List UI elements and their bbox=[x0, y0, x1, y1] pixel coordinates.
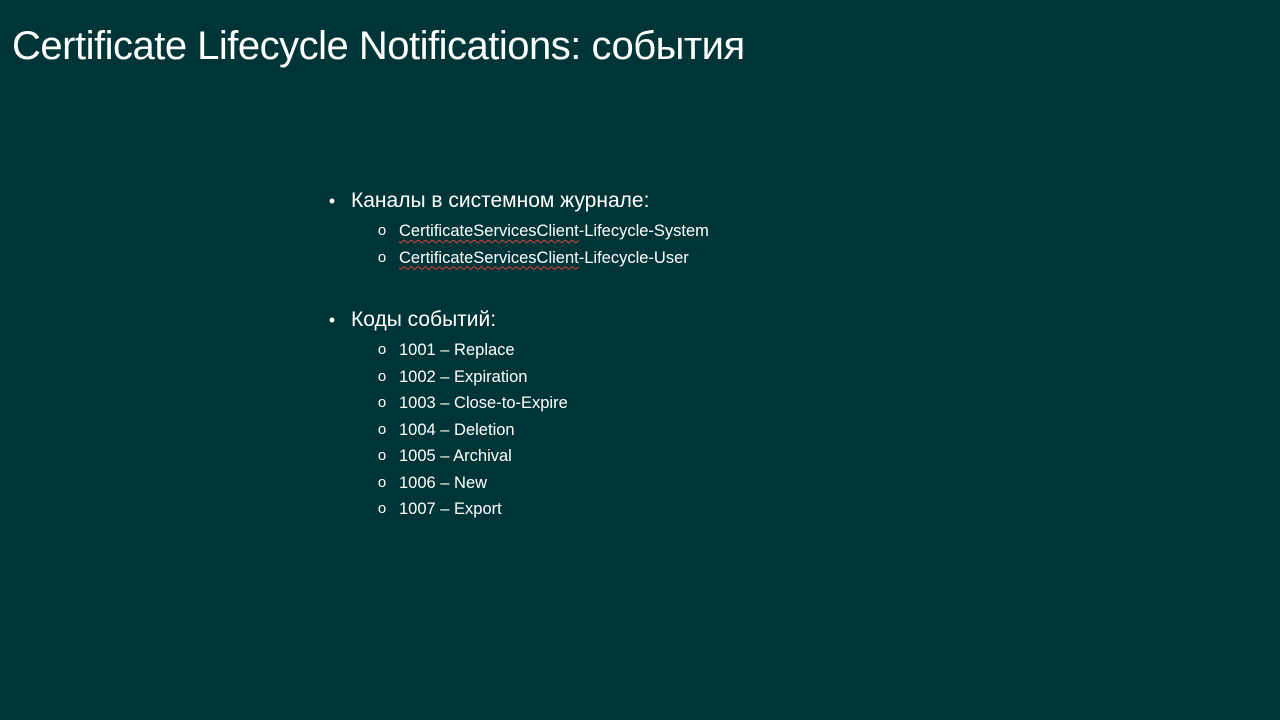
list-item: o 1003 – Close-to-Expire bbox=[326, 390, 1026, 417]
list-item: o 1002 – Expiration bbox=[326, 364, 1026, 391]
event-codes-list: o 1001 – Replace o 1002 – Expiration o 1… bbox=[326, 337, 1026, 523]
list-item: o 1001 – Replace bbox=[326, 337, 1026, 364]
event-codes-heading: • Коды событий: bbox=[326, 305, 1026, 335]
list-item: o 1007 – Export bbox=[326, 496, 1026, 523]
list-item: o 1006 – New bbox=[326, 470, 1026, 497]
circle-bullet-icon: o bbox=[377, 367, 387, 385]
circle-bullet-icon: o bbox=[377, 341, 387, 358]
channel-name-suffix: -Lifecycle-User bbox=[578, 248, 689, 267]
circle-bullet-icon: o bbox=[377, 394, 387, 411]
circle-bullet-icon: o bbox=[377, 473, 387, 491]
event-code-text: 1002 – Expiration bbox=[399, 367, 528, 386]
event-code-text: 1006 – New bbox=[399, 473, 488, 492]
event-code-text: 1001 – Replace bbox=[399, 341, 515, 359]
bullet-icon: • bbox=[328, 310, 336, 330]
slide-content: • Каналы в системном журнале: o Certific… bbox=[326, 186, 1026, 557]
list-item: o 1004 – Deletion bbox=[326, 417, 1026, 444]
channels-heading: • Каналы в системном журнале: bbox=[326, 186, 1026, 216]
channel-name-prefix: CertificateServicesClient bbox=[399, 248, 579, 267]
channel-name-suffix: -Lifecycle-System bbox=[578, 222, 709, 240]
event-codes-section: • Коды событий: o 1001 – Replace o 1002 … bbox=[326, 305, 1026, 523]
circle-bullet-icon: o bbox=[377, 500, 387, 517]
list-item: o 1005 – Archival bbox=[326, 443, 1026, 470]
bullet-icon: • bbox=[328, 191, 336, 211]
event-code-text: 1003 – Close-to-Expire bbox=[399, 394, 568, 412]
event-code-text: 1004 – Deletion bbox=[399, 420, 515, 439]
event-codes-heading-text: Коды событий: bbox=[351, 308, 497, 331]
list-item: o CertificateServicesClient-Lifecycle-Sy… bbox=[326, 218, 1026, 245]
circle-bullet-icon: o bbox=[377, 447, 387, 464]
circle-bullet-icon: o bbox=[377, 222, 387, 239]
circle-bullet-icon: o bbox=[377, 248, 387, 266]
list-item: o CertificateServicesClient-Lifecycle-Us… bbox=[326, 245, 1026, 272]
channels-heading-text: Каналы в системном журнале: bbox=[351, 189, 650, 212]
channels-section: • Каналы в системном журнале: o Certific… bbox=[326, 186, 1026, 271]
event-code-text: 1007 – Export bbox=[399, 500, 502, 518]
channel-name-prefix: CertificateServicesClient bbox=[399, 222, 579, 240]
circle-bullet-icon: o bbox=[377, 420, 387, 438]
channels-list: o CertificateServicesClient-Lifecycle-Sy… bbox=[326, 218, 1026, 271]
slide-title: Certificate Lifecycle Notifications: соб… bbox=[12, 24, 745, 68]
event-code-text: 1005 – Archival bbox=[399, 447, 512, 465]
